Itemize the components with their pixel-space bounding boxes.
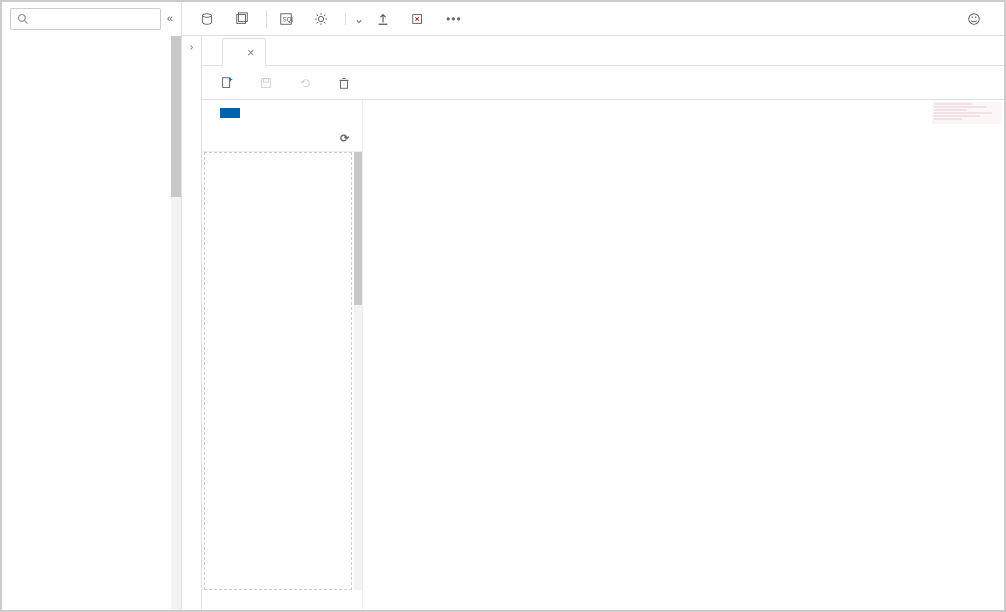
col-header-id[interactable] [210, 132, 275, 145]
gear-icon [314, 12, 328, 26]
load-more-link[interactable] [202, 590, 362, 610]
new-database-button[interactable] [192, 8, 227, 30]
new-collection-button[interactable] [227, 8, 262, 30]
refresh-icon[interactable]: ⟳ [340, 132, 354, 145]
collection-icon [235, 12, 249, 26]
new-sproc-button[interactable] [306, 8, 341, 30]
json-editor[interactable] [405, 100, 1004, 610]
top-toolbar: SQL ⌄ ••• [182, 2, 1004, 36]
feedback-button[interactable] [959, 8, 994, 30]
documents-tab[interactable]: × [222, 38, 266, 66]
collapse-sidebar-button[interactable]: « [167, 13, 173, 25]
save-icon [259, 76, 273, 90]
new-document-button[interactable] [212, 72, 247, 94]
delete-collection-icon [411, 12, 425, 26]
sql-api-tab[interactable]: › [182, 36, 202, 610]
undo-icon [298, 76, 312, 90]
svg-text:SQL: SQL [283, 16, 294, 23]
smile-icon [967, 12, 981, 26]
trash-icon [337, 76, 351, 90]
chevron-right-icon[interactable]: › [188, 40, 195, 55]
new-sql-query-button[interactable]: SQL [271, 8, 306, 30]
upload-button[interactable] [368, 8, 403, 30]
close-tab-icon[interactable]: × [247, 45, 255, 60]
new-doc-icon [220, 76, 234, 90]
search-icon [17, 13, 29, 25]
sproc-dropdown[interactable]: ⌄ [350, 12, 368, 26]
col-header-item[interactable] [275, 132, 340, 145]
delete-collection-button[interactable] [403, 8, 438, 30]
discard-button [290, 72, 325, 94]
query-icon: SQL [279, 12, 293, 26]
update-button [251, 72, 286, 94]
minimap-icon [932, 102, 1002, 124]
upload-icon [376, 12, 390, 26]
editor-gutter [363, 100, 405, 610]
database-icon [200, 12, 214, 26]
search-input[interactable] [29, 13, 154, 25]
edit-filter-button[interactable] [220, 108, 240, 118]
search-box[interactable] [10, 8, 161, 30]
list-scrollbar[interactable] [354, 152, 362, 590]
sidebar-scrollbar[interactable] [171, 36, 181, 610]
delete-button[interactable] [329, 72, 364, 94]
more-button[interactable]: ••• [438, 8, 470, 30]
